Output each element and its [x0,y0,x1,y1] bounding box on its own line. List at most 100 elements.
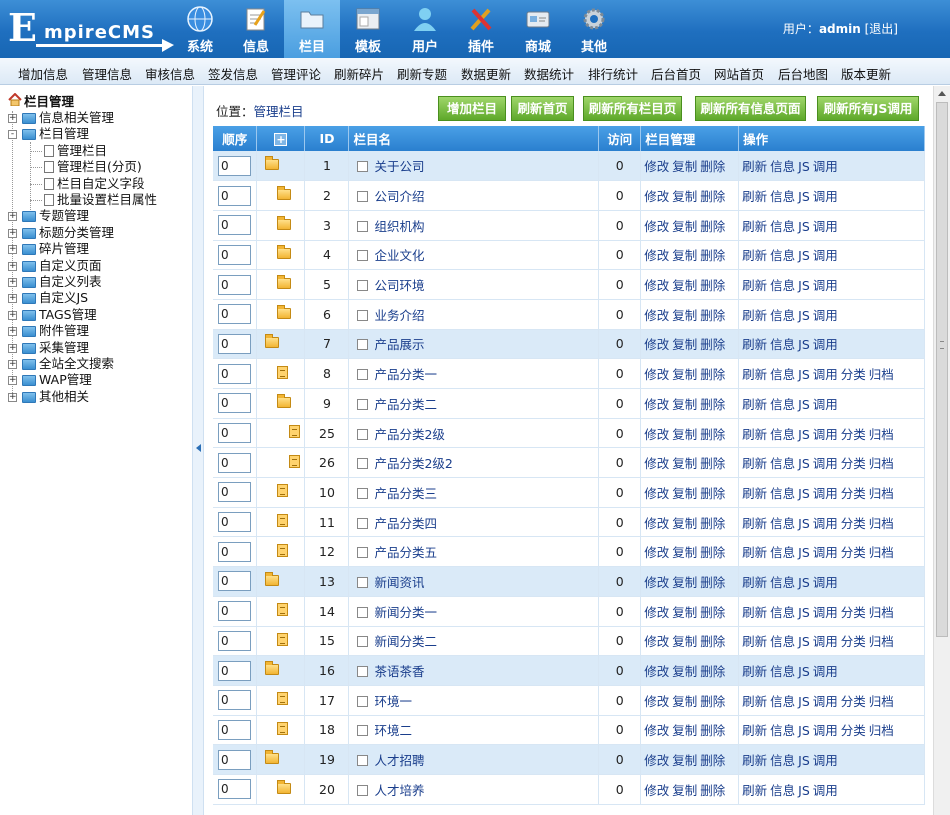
subnav-link[interactable]: 后台地图 [778,64,828,83]
operation-link[interactable]: JS [798,427,810,442]
row-checkbox[interactable] [357,161,369,173]
manage-link[interactable]: 删除 [700,219,725,234]
manage-link[interactable]: 复制 [672,427,697,442]
operation-link[interactable]: 归档 [869,456,894,471]
expand-icon[interactable]: + [8,343,17,353]
row-checkbox[interactable] [357,784,369,796]
manage-link[interactable]: 复制 [672,159,697,174]
operation-link[interactable]: 信息 [770,723,795,738]
operation-link[interactable]: 刷新 [742,634,767,649]
toolbar-button[interactable]: 增加栏目 [438,96,506,121]
column-name-link[interactable]: 组织机构 [374,219,424,234]
expand-icon[interactable]: + [8,376,17,386]
manage-link[interactable]: 删除 [700,159,725,174]
manage-link[interactable]: 复制 [672,367,697,382]
column-name-link[interactable]: 人才招聘 [374,753,424,768]
manage-link[interactable]: 删除 [700,248,725,263]
expand-icon[interactable]: + [8,212,17,222]
column-name-link[interactable]: 新闻资讯 [374,575,424,590]
operation-link[interactable]: JS [798,337,810,352]
operation-link[interactable]: 刷新 [742,605,767,620]
row-checkbox[interactable] [357,309,369,321]
operation-link[interactable]: 调用 [813,545,838,560]
operation-link[interactable]: 调用 [813,694,838,709]
manage-link[interactable]: 复制 [672,516,697,531]
column-name-link[interactable]: 产品分类四 [374,516,437,531]
vertical-scrollbar[interactable] [933,86,950,815]
column-name-link[interactable]: 产品分类2级2 [374,456,452,471]
order-input[interactable]: 0 [218,601,251,622]
manage-link[interactable]: 复制 [672,219,697,234]
expand-icon[interactable]: + [8,278,17,287]
operation-link[interactable]: 刷新 [742,516,767,531]
order-input[interactable]: 0 [218,155,251,176]
operation-link[interactable]: 调用 [813,516,838,531]
manage-link[interactable]: 删除 [700,694,725,709]
operation-link[interactable]: 归档 [869,427,894,442]
row-checkbox[interactable] [357,636,369,648]
operation-link[interactable]: JS [798,159,810,174]
operation-link[interactable]: 刷新 [742,189,767,204]
order-input[interactable]: 0 [218,274,251,295]
manage-link[interactable]: 修改 [644,605,669,620]
subnav-link[interactable]: 增加信息 [18,64,68,83]
operation-link[interactable]: JS [798,189,810,204]
operation-link[interactable]: 信息 [770,516,795,531]
toolbar-button[interactable]: 刷新所有信息页面 [695,96,806,121]
operation-link[interactable]: JS [798,516,810,531]
manage-link[interactable]: 删除 [700,486,725,501]
manage-link[interactable]: 修改 [644,159,669,174]
order-input[interactable]: 0 [218,571,251,592]
operation-link[interactable]: 刷新 [742,248,767,263]
operation-link[interactable]: 信息 [770,664,795,679]
expand-icon[interactable]: + [8,327,17,337]
operation-link[interactable]: 刷新 [742,367,767,382]
operation-link[interactable]: 调用 [813,219,838,234]
order-input[interactable]: 0 [218,304,251,325]
row-checkbox[interactable] [357,755,369,767]
manage-link[interactable]: 修改 [644,664,669,679]
operation-link[interactable]: 刷新 [742,427,767,442]
row-checkbox[interactable] [357,725,369,737]
operation-link[interactable]: 调用 [813,753,838,768]
operation-link[interactable]: 刷新 [742,278,767,293]
manage-link[interactable]: 修改 [644,783,669,798]
manage-link[interactable]: 复制 [672,575,697,590]
operation-link[interactable]: 调用 [813,159,838,174]
order-input[interactable]: 0 [218,690,251,711]
operation-link[interactable]: JS [798,783,810,798]
operation-link[interactable]: JS [798,219,810,234]
operation-link[interactable]: 刷新 [742,159,767,174]
operation-link[interactable]: 信息 [770,783,795,798]
operation-link[interactable]: 调用 [813,397,838,412]
operation-link[interactable]: JS [798,723,810,738]
tree-root[interactable]: 栏目管理 [8,92,74,109]
operation-link[interactable]: 调用 [813,278,838,293]
operation-link[interactable]: 归档 [869,723,894,738]
subnav-link[interactable]: 管理信息 [82,64,132,83]
operation-link[interactable]: 刷新 [742,219,767,234]
subnav-link[interactable]: 刷新专题 [397,64,447,83]
subnav-link[interactable]: 网站首页 [714,64,764,83]
column-name-link[interactable]: 公司介绍 [374,189,424,204]
manage-link[interactable]: 删除 [700,605,725,620]
operation-link[interactable]: 调用 [813,575,838,590]
subnav-link[interactable]: 数据统计 [524,64,574,83]
manage-link[interactable]: 修改 [644,219,669,234]
column-name-link[interactable]: 产品分类一 [374,367,437,382]
row-checkbox[interactable] [357,280,369,292]
operation-link[interactable]: JS [798,634,810,649]
toolbar-button[interactable]: 刷新所有JS调用 [817,96,919,121]
operation-link[interactable]: 分类 [841,486,866,501]
operation-link[interactable]: 刷新 [742,456,767,471]
manage-link[interactable]: 删除 [700,427,725,442]
operation-link[interactable]: JS [798,753,810,768]
nav-notepad[interactable]: 信息 [228,0,284,58]
operation-link[interactable]: 分类 [841,694,866,709]
manage-link[interactable]: 复制 [672,545,697,560]
operation-link[interactable]: JS [798,367,810,382]
manage-link[interactable]: 复制 [672,189,697,204]
operation-link[interactable]: JS [798,397,810,412]
row-checkbox[interactable] [357,428,369,440]
manage-link[interactable]: 复制 [672,664,697,679]
